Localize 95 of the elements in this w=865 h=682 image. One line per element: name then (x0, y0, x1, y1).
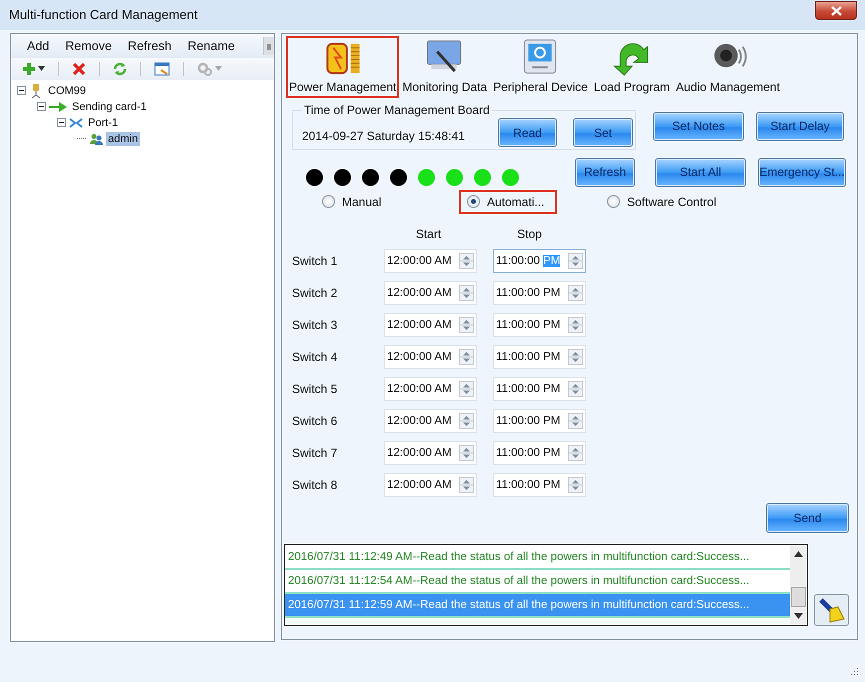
time-field[interactable]: 12:00:00 AM (384, 280, 477, 305)
menu-item[interactable]: Refresh (120, 36, 180, 55)
close-button[interactable] (815, 1, 857, 20)
tab[interactable]: Monitoring Data (399, 36, 490, 98)
time-field[interactable]: 12:00:00 AM (384, 440, 477, 465)
tree-item[interactable]: Sending card-1 (70, 100, 149, 114)
menu-item[interactable]: Rename (180, 36, 243, 55)
scrollbar[interactable] (790, 544, 807, 625)
button[interactable]: Set Notes (653, 112, 744, 141)
radio-option[interactable]: Automati... (459, 190, 557, 214)
tab[interactable]: Load Program (590, 36, 673, 98)
caret-icon (215, 66, 222, 72)
spinner-icon (568, 348, 583, 365)
spinner-icon (459, 316, 474, 333)
arrow-icon (49, 102, 67, 112)
switch-label: Switch 7 (292, 446, 338, 460)
time-field[interactable]: 12:00:00 AM (384, 472, 477, 497)
switch-label: Switch 4 (292, 350, 338, 364)
time-field[interactable]: 11:00:00 PM (493, 344, 586, 369)
spinner-icon (568, 412, 583, 429)
window-title: Multi-function Card Management (9, 7, 198, 22)
spinner-icon (459, 412, 474, 429)
network-icon (69, 116, 83, 129)
switch-label: Switch 2 (292, 286, 338, 300)
tab[interactable]: Power Management (286, 36, 400, 98)
radio-option[interactable]: Software Control (599, 190, 724, 214)
tab[interactable]: Peripheral Device (490, 36, 591, 98)
switch-label: Switch 1 (292, 254, 338, 268)
time-field[interactable]: 11:00:00 PM (493, 408, 586, 433)
spinner-icon (568, 380, 583, 397)
spinner-icon (459, 444, 474, 461)
time-field[interactable]: 11:00:00 PM (493, 376, 586, 401)
date-time: 2014-09-27 Saturday 15:48:41 (302, 128, 466, 143)
time-field[interactable]: 12:00:00 AM (384, 248, 477, 273)
button[interactable]: Set (573, 118, 633, 148)
time-field[interactable]: 12:00:00 AM (384, 376, 477, 401)
tree-item[interactable]: Port-1 (86, 116, 120, 130)
time-field[interactable]: 11:00:00 PM (493, 440, 586, 465)
tree-item[interactable]: COM99 (46, 84, 88, 98)
tree-item[interactable]: admin (106, 132, 140, 146)
time-field[interactable]: 12:00:00 AM (384, 312, 477, 337)
collapse-icon[interactable] (37, 102, 46, 112)
log-entry[interactable]: 2016/07/31 11:12:54 AM--Read the status of all the powers in multifunction card:Success... (285, 570, 790, 594)
send-button[interactable]: Send (766, 502, 849, 533)
collapse-icon[interactable] (57, 118, 66, 128)
refresh-icon (113, 62, 127, 76)
collapse-icon[interactable] (17, 86, 26, 96)
button[interactable]: Start All (655, 158, 746, 187)
switch-label: Switch 5 (292, 382, 338, 396)
switch-label: Switch 6 (292, 414, 338, 428)
window-icon (154, 62, 170, 76)
up-arrow-icon (794, 550, 803, 557)
overflow-icon (263, 36, 274, 55)
spinner-icon (459, 284, 474, 301)
tab[interactable]: Audio Management (672, 36, 783, 98)
broom-icon (818, 596, 846, 624)
spinner-icon (459, 348, 474, 365)
menu-item[interactable]: Add (19, 36, 58, 55)
spinner-icon (459, 252, 474, 269)
column-header: Start (414, 226, 442, 241)
spinner-icon (568, 284, 583, 301)
caret-icon (38, 66, 45, 72)
button[interactable]: Read (498, 118, 557, 148)
column-header: Stop (516, 226, 543, 241)
users-icon (89, 132, 103, 145)
spinner-icon (568, 476, 583, 493)
button[interactable]: Emergency St... (758, 158, 846, 187)
clear-button[interactable] (814, 594, 849, 626)
time-field[interactable]: 11:00:00 PM (493, 312, 586, 337)
time-field[interactable]: 11:00:00 PM (493, 472, 586, 497)
group-title: Time of Power Management Board (302, 102, 492, 117)
switch-label: Switch 8 (292, 478, 338, 492)
close-icon (830, 6, 842, 16)
gear-icon (197, 62, 213, 76)
down-arrow-icon (794, 612, 803, 619)
plus-icon (22, 62, 36, 76)
time-field[interactable]: 12:00:00 AM (384, 408, 477, 433)
radio-option[interactable]: Manual (314, 190, 459, 214)
log-entry[interactable]: 2016/07/31 11:12:49 AM--Read the status of all the powers in multifunction card:Success... (285, 546, 790, 570)
delete-icon (72, 62, 86, 76)
connector-icon (29, 82, 43, 99)
time-field[interactable]: 12:00:00 AM (384, 344, 477, 369)
resize-grip-icon (849, 666, 859, 676)
spinner-icon (568, 252, 583, 269)
spinner-icon (568, 316, 583, 333)
button[interactable]: Refresh (575, 158, 635, 187)
spinner-icon (459, 380, 474, 397)
button[interactable]: Start Delay (756, 112, 844, 141)
menu-item[interactable]: Remove (57, 36, 120, 55)
switch-label: Switch 3 (292, 318, 338, 332)
scroll-thumb[interactable] (791, 586, 806, 607)
spinner-icon (459, 476, 474, 493)
time-field[interactable]: 11:00:00 PM (493, 248, 586, 273)
spinner-icon (568, 444, 583, 461)
time-field[interactable]: 11:00:00 PM (493, 280, 586, 305)
